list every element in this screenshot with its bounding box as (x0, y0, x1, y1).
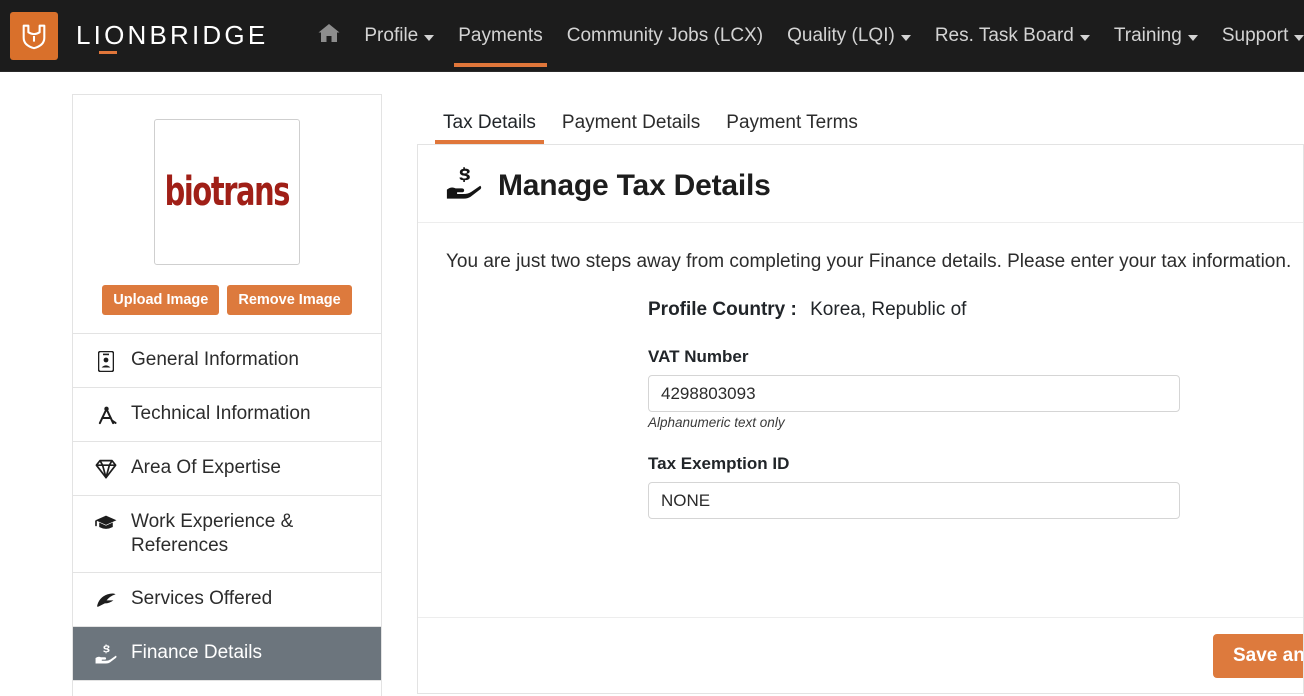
sidebar-item-services-offered[interactable]: Services Offered (73, 571, 381, 626)
sidebar-item-label: Work Experience & References (131, 511, 294, 556)
chevron-down-icon (1079, 34, 1090, 41)
profile-country-value: Korea, Republic of (810, 299, 967, 320)
avatar-block: biotrans Upload Image Remove Image (73, 95, 381, 333)
nav-item-payments[interactable]: Payments (446, 0, 554, 71)
card-footer: Save and Continue (418, 617, 1303, 693)
tab-payment-terms[interactable]: Payment Terms (718, 112, 866, 144)
hand-holding-dollar-icon (446, 167, 482, 204)
sidebar-item-general-information[interactable]: General Information (73, 333, 381, 387)
nav-label-training: Training (1113, 24, 1182, 46)
sidebar-item-label: Area Of Expertise (131, 457, 281, 478)
chevron-down-icon (1187, 34, 1198, 41)
nav-label-quality: Quality (LQI) (787, 24, 895, 46)
remove-image-button[interactable]: Remove Image (227, 285, 352, 315)
avatar-logo-text: biotrans (164, 168, 291, 216)
sidebar-item-finance-details[interactable]: Finance Details (73, 625, 381, 680)
nav-item-res-task-board[interactable]: Res. Task Board (923, 0, 1102, 71)
page-body: biotrans Upload Image Remove Image Gener… (0, 72, 1304, 696)
chevron-down-icon (900, 34, 911, 41)
brand-name: LIONBRIDGE (76, 20, 268, 54)
tab-tax-details[interactable]: Tax Details (435, 112, 544, 144)
nav-home[interactable] (306, 0, 352, 71)
tax-form: Profile Country : Korea, Republic of VAT… (446, 299, 1303, 519)
vat-number-label: VAT Number (648, 347, 749, 366)
avatar-actions: Upload Image Remove Image (102, 285, 352, 315)
sidebar-item-label: Finance Details (131, 641, 262, 663)
tax-exemption-id-group: Tax Exemption ID (648, 454, 1303, 519)
sidebar-item-label: General Information (131, 349, 299, 370)
nav-label-res-task-board: Res. Task Board (934, 24, 1074, 46)
tax-details-card: Manage Tax Details You are just two step… (417, 144, 1304, 694)
card-body: You are just two steps away from complet… (418, 223, 1303, 617)
card-header: Manage Tax Details (418, 145, 1303, 223)
nav-item-profile[interactable]: Profile (352, 0, 446, 71)
hand-holding-dollar-icon (95, 642, 117, 666)
top-navigation-bar: LIONBRIDGE Profile Payments Community Jo… (0, 0, 1304, 72)
sidebar-item-area-of-expertise[interactable]: Area Of Expertise (73, 441, 381, 495)
graduation-cap-icon (95, 511, 117, 535)
vat-number-helper: Alphanumeric text only (648, 415, 785, 430)
upload-image-button[interactable]: Upload Image (102, 285, 220, 315)
avatar: biotrans (154, 119, 300, 265)
nav-item-training[interactable]: Training (1102, 0, 1210, 71)
nav-label-payments: Payments (458, 24, 543, 46)
sidebar-item-label: Services Offered (131, 587, 273, 609)
brand[interactable]: LIONBRIDGE (10, 0, 268, 71)
nav-item-support[interactable]: Support (1210, 0, 1304, 71)
nav-label-support: Support (1221, 24, 1289, 46)
profile-country-row: Profile Country : Korea, Republic of (648, 299, 1303, 321)
intro-text: You are just two steps away from complet… (446, 251, 1292, 272)
chevron-down-icon (424, 34, 435, 41)
main-content: Tax Details Payment Details Payment Term… (417, 94, 1304, 696)
chevron-down-icon (1294, 34, 1304, 41)
save-and-continue-button[interactable]: Save and Continue (1213, 634, 1303, 678)
sidebar-item-label: Technical Information (131, 403, 311, 424)
sidebar-item-work-experience-references[interactable]: Work Experience & References (73, 495, 381, 572)
sidebar-item-technical-information[interactable]: Technical Information (73, 387, 381, 441)
home-icon (316, 21, 342, 51)
feather-icon (95, 588, 117, 612)
gem-icon (95, 457, 117, 481)
vat-number-input[interactable] (648, 375, 1180, 412)
nav-label-profile: Profile (364, 24, 419, 46)
drafting-compass-icon (95, 403, 117, 427)
profile-sidebar: biotrans Upload Image Remove Image Gener… (72, 94, 382, 696)
tab-strip: Tax Details Payment Details Payment Term… (417, 94, 1304, 144)
nav-links: Profile Payments Community Jobs (LCX) Qu… (306, 0, 1304, 71)
profile-country-label: Profile Country : (648, 299, 797, 320)
nav-item-community-jobs[interactable]: Community Jobs (LCX) (555, 0, 775, 71)
tax-exemption-id-label: Tax Exemption ID (648, 454, 790, 473)
nav-item-quality[interactable]: Quality (LQI) (775, 0, 923, 71)
id-card-icon (95, 349, 117, 373)
lionbridge-logo-icon (10, 11, 58, 60)
vat-number-group: VAT Number Alphanumeric text only (648, 347, 1303, 430)
sidebar-item-partial[interactable] (73, 679, 381, 696)
page-title: Manage Tax Details (498, 168, 771, 202)
tab-payment-details[interactable]: Payment Details (554, 112, 708, 144)
nav-label-community-jobs: Community Jobs (LCX) (566, 24, 764, 46)
tax-exemption-id-input[interactable] (648, 482, 1180, 519)
